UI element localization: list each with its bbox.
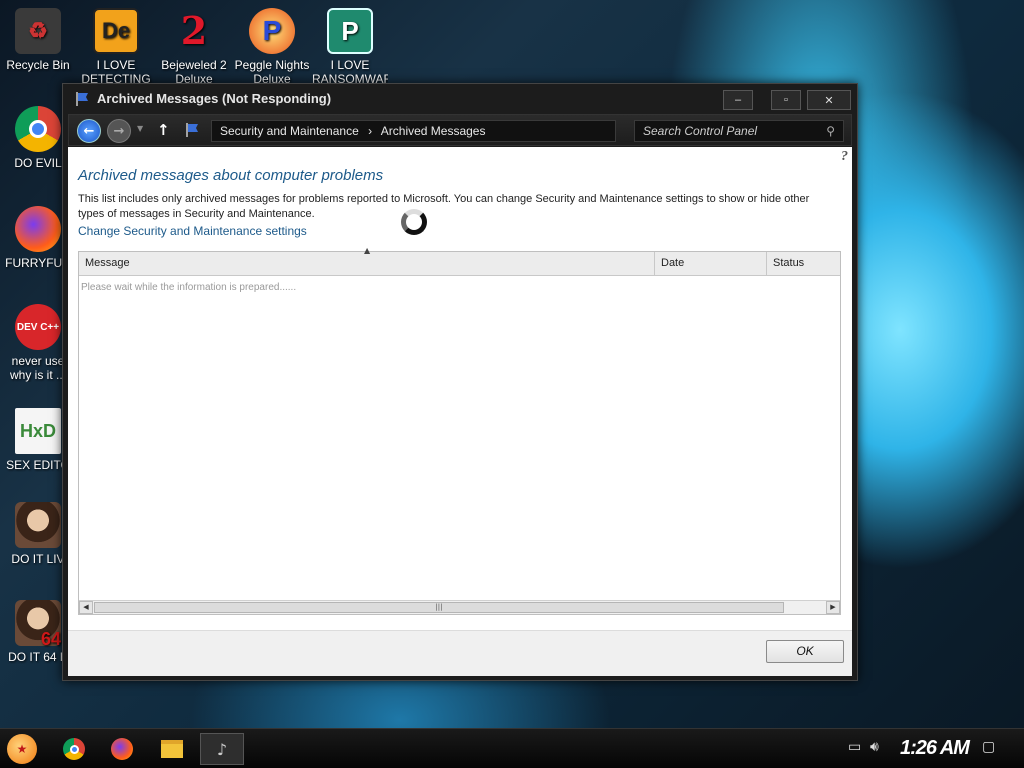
navigation-bar: ← → ▼ ↑ Security and Maintenance › Archi… xyxy=(68,114,852,146)
minimize-button[interactable]: – xyxy=(723,90,753,110)
desktop-icon-peggle[interactable]: P Peggle Nights Deluxe xyxy=(234,8,310,86)
table-header: ▲ Message Date Status xyxy=(79,246,842,276)
search-input[interactable]: Search Control Panel ⚲ xyxy=(634,120,844,142)
portrait-64-icon: 64 xyxy=(15,600,61,648)
ok-button[interactable]: OK xyxy=(766,640,844,663)
desktop-icon-label: Bejeweled 2 Deluxe xyxy=(161,58,227,86)
column-header-message[interactable]: Message xyxy=(79,252,655,275)
taskbar-firefox[interactable] xyxy=(104,733,140,765)
taskbar: ★ ♪ ▭ 🔊︎ 1:26 AM ▢ xyxy=(0,728,1024,768)
taskbar-clock[interactable]: 1:26 AM xyxy=(900,737,970,760)
publisher-icon: P xyxy=(327,8,373,54)
taskbar-file-explorer[interactable] xyxy=(154,733,190,765)
taskbar-chrome[interactable] xyxy=(56,733,92,765)
main-content: ? Archived messages about computer probl… xyxy=(68,147,852,630)
desktop-icon-label: Recycle Bin xyxy=(6,58,70,72)
breadcrumb-archived-messages[interactable]: Archived Messages xyxy=(381,124,486,138)
dragon-ball-start-icon: ★ xyxy=(7,734,37,764)
page-description: This list includes only archived message… xyxy=(78,193,810,220)
desktop-icon-recycle-bin[interactable]: ♻ Recycle Bin xyxy=(0,8,76,72)
recent-pages-dropdown[interactable]: ▼ xyxy=(137,124,143,133)
column-header-status[interactable]: Status xyxy=(767,252,842,275)
breadcrumb-security-and-maintenance[interactable]: Security and Maintenance xyxy=(220,124,359,138)
messages-table: ▲ Message Date Status Please wait while … xyxy=(78,246,842,615)
forward-button[interactable]: → xyxy=(107,119,131,143)
window-title: Archived Messages (Not Responding) xyxy=(97,91,332,106)
address-bar[interactable]: Security and Maintenance › Archived Mess… xyxy=(211,120,616,142)
back-button[interactable]: ← xyxy=(77,119,101,143)
scroll-left-button[interactable]: ◀ xyxy=(79,601,93,614)
desktop-icon-ransomware[interactable]: P I LOVE RANSOMWARE xyxy=(312,8,388,86)
desktop-icon-label: I LOVE DETECTING xyxy=(81,58,151,86)
desktop-icon-label: I LOVE RANSOMWARE xyxy=(312,58,388,86)
up-arrow-icon: ↑ xyxy=(157,121,170,139)
column-header-date[interactable]: Date xyxy=(655,252,767,275)
change-settings-link[interactable]: Change Security and Maintenance settings xyxy=(78,224,307,238)
recycle-bin-icon: ♻ xyxy=(15,8,61,54)
de-app-icon: De xyxy=(93,8,139,54)
loading-message: Please wait while the information is pre… xyxy=(81,282,297,293)
desktop-icon-bejeweled[interactable]: 2 Bejeweled 2 Deluxe xyxy=(156,8,232,87)
hxd-icon: HxD xyxy=(15,408,61,454)
chrome-icon xyxy=(63,738,85,760)
devcpp-icon: DEV C++ xyxy=(15,304,61,350)
maximize-button[interactable]: ▫ xyxy=(771,90,801,110)
dialog-footer: OK xyxy=(68,630,852,676)
flag-icon xyxy=(76,92,88,106)
chrome-icon xyxy=(15,106,61,152)
portrait-icon xyxy=(15,502,61,548)
taskbar-control-panel[interactable]: ♪ xyxy=(200,733,244,765)
help-icon[interactable]: ? xyxy=(841,149,848,165)
breadcrumb-separator[interactable]: › xyxy=(368,124,372,138)
control-panel-icon: ♪ xyxy=(216,739,228,759)
volume-icon[interactable]: 🔊︎ xyxy=(870,739,879,755)
action-center-icon[interactable]: ▢ xyxy=(982,739,995,755)
bejeweled-icon: 2 xyxy=(180,8,208,53)
page-title: Archived messages about computer problem… xyxy=(78,167,384,184)
busy-spinner-icon xyxy=(401,209,427,235)
up-button[interactable]: ↑ xyxy=(157,121,170,139)
flag-icon xyxy=(186,123,198,137)
horizontal-scrollbar[interactable]: ◀ ||| ▶ xyxy=(79,600,840,614)
scroll-right-button[interactable]: ▶ xyxy=(826,601,840,614)
archived-messages-window: Archived Messages (Not Responding) – ▫ ✕… xyxy=(62,83,858,681)
window-titlebar[interactable]: Archived Messages (Not Responding) – ▫ ✕ xyxy=(63,84,857,114)
search-placeholder: Search Control Panel xyxy=(643,124,758,138)
scrollbar-thumb[interactable]: ||| xyxy=(94,602,784,613)
forward-arrow-icon: → xyxy=(113,123,125,139)
search-icon[interactable]: ⚲ xyxy=(826,121,835,141)
start-button[interactable]: ★ xyxy=(4,733,40,765)
firefox-icon xyxy=(111,738,133,760)
desktop-icon-label: Peggle Nights Deluxe xyxy=(234,58,310,86)
back-arrow-icon: ← xyxy=(83,123,95,139)
peggle-icon: P xyxy=(249,8,295,54)
close-button[interactable]: ✕ xyxy=(807,90,851,110)
firefox-icon xyxy=(15,206,61,252)
desktop-icon-detecting[interactable]: De I LOVE DETECTING xyxy=(78,8,154,86)
folder-icon xyxy=(161,740,183,758)
network-icon[interactable]: ▭ xyxy=(848,739,861,755)
